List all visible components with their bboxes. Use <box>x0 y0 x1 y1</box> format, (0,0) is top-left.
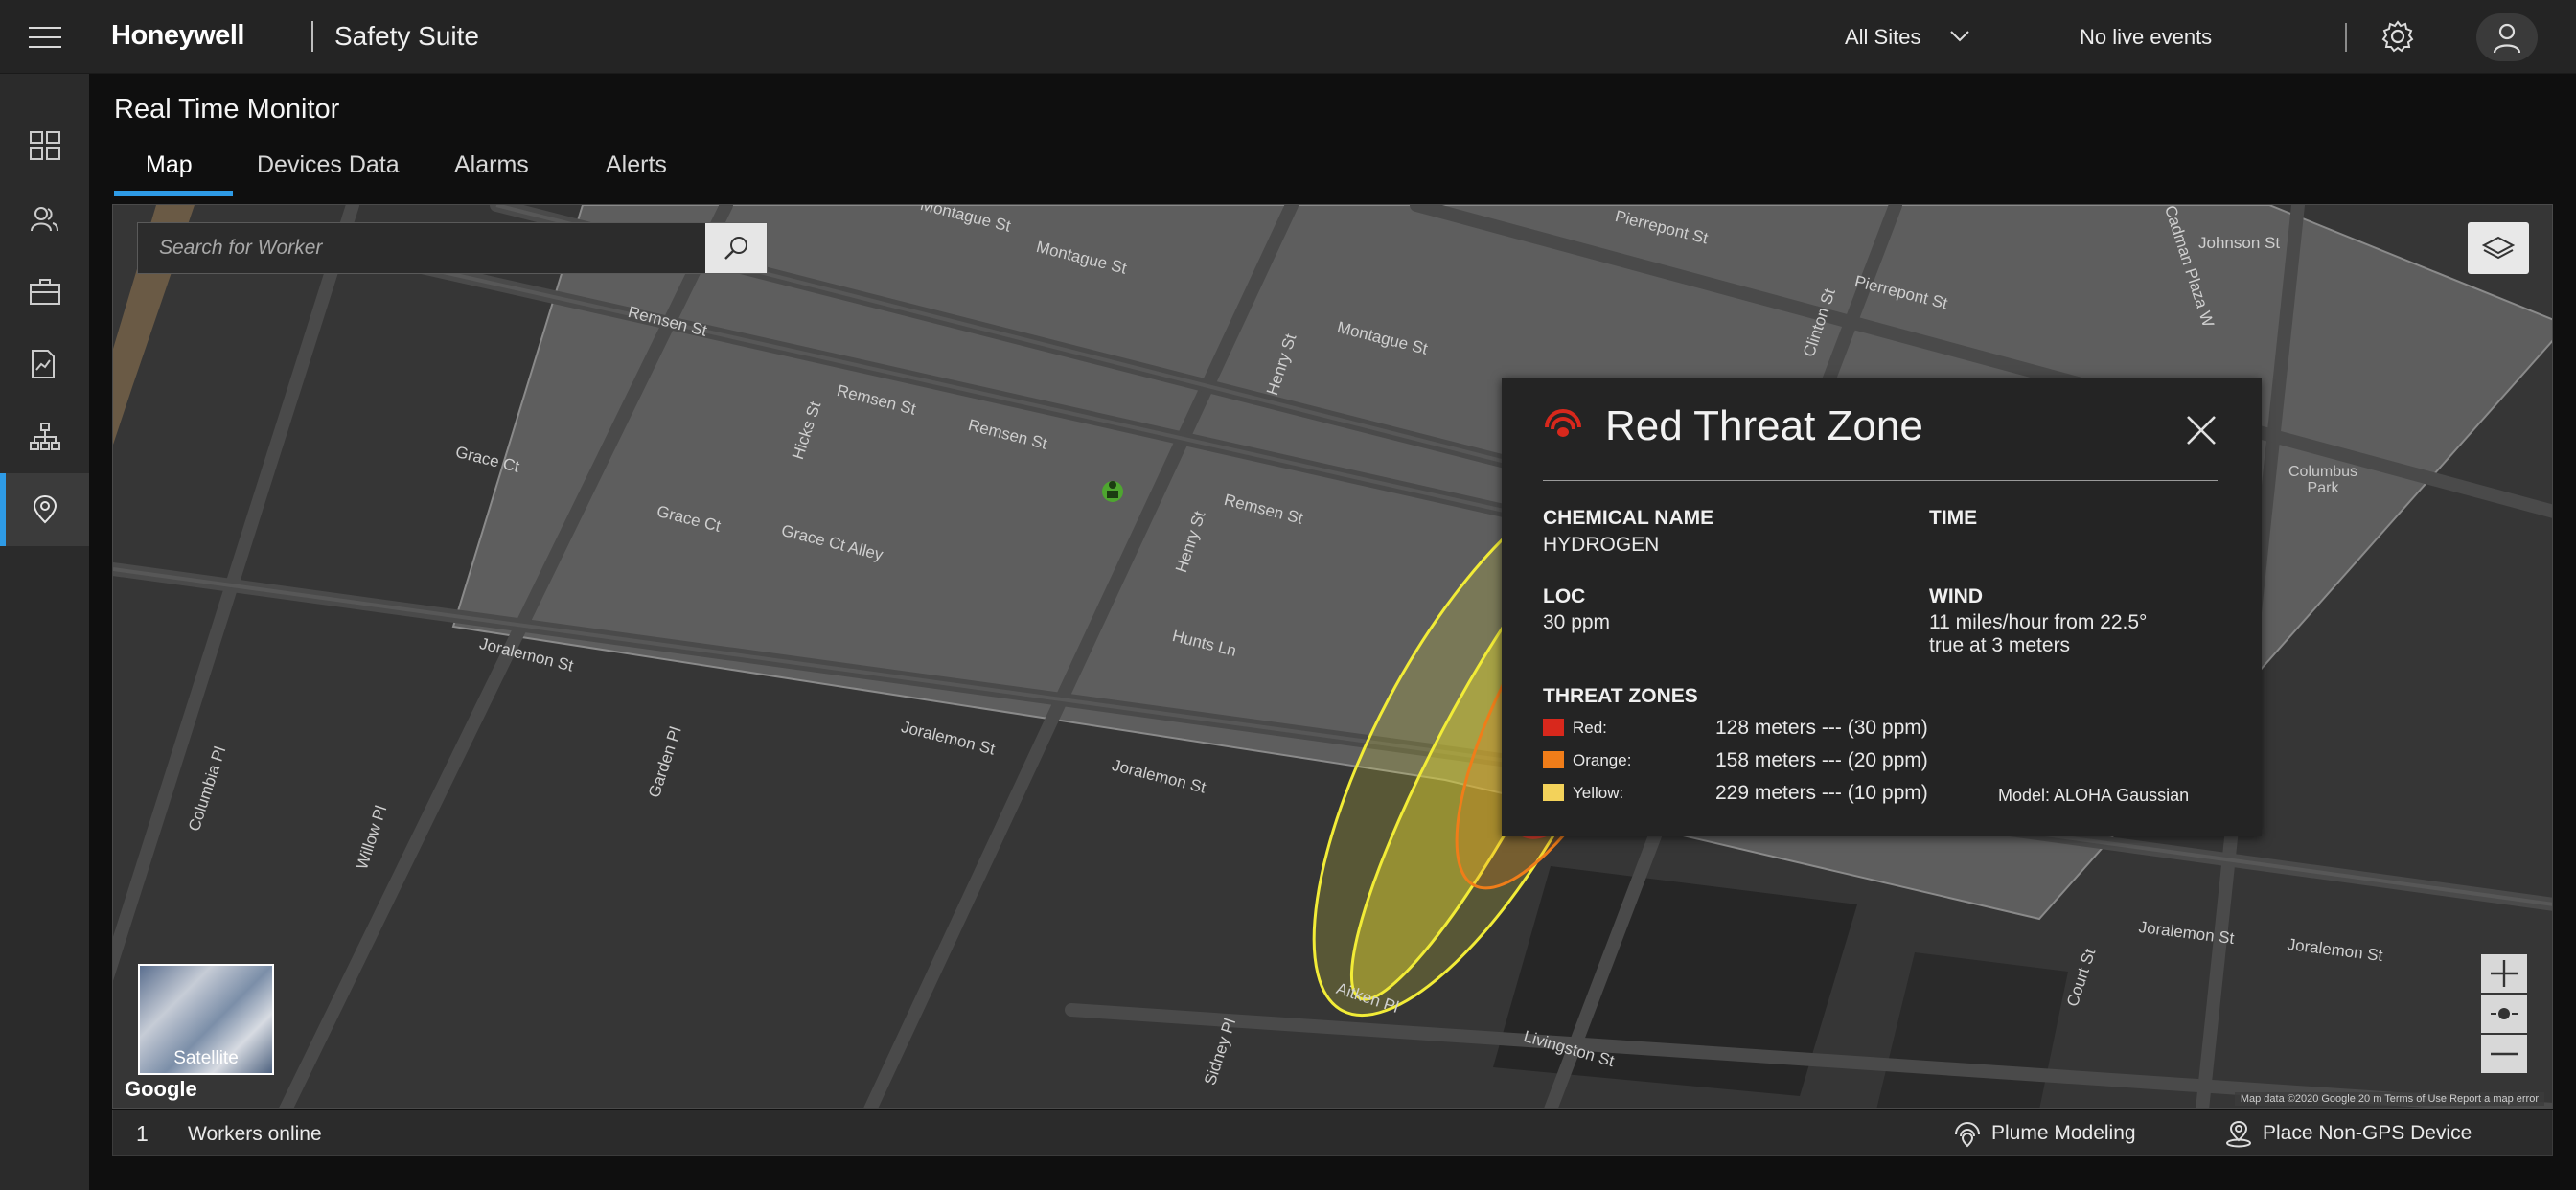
workers-online-label: Workers online <box>188 1123 322 1145</box>
place-device-icon <box>2226 1121 2251 1148</box>
tab-alerts[interactable]: Alerts <box>606 151 667 179</box>
chemical-name-value: HYDROGEN <box>1543 534 1660 556</box>
tab-devices-data[interactable]: Devices Data <box>257 151 400 179</box>
live-events-status: No live events <box>2080 25 2213 49</box>
search-icon <box>724 237 748 260</box>
layers-button[interactable] <box>2468 222 2529 274</box>
chemical-name-label: CHEMICAL NAME <box>1543 507 1714 529</box>
model-label: Model: ALOHA Gaussian <box>1998 786 2190 805</box>
threat-zones-label: THREAT ZONES <box>1543 685 1698 707</box>
brand-divider <box>311 21 313 52</box>
red-swatch <box>1543 719 1564 736</box>
search-input[interactable] <box>138 223 690 273</box>
zone-name: Yellow: <box>1573 784 1624 802</box>
zone-value: 229 meters --- (10 ppm) <box>1715 782 1928 804</box>
minus-icon <box>2491 1052 2518 1056</box>
wind-value-line1: 11 miles/hour from 22.5° <box>1929 611 2148 633</box>
nav-reports[interactable] <box>0 328 89 400</box>
satellite-toggle[interactable]: Satellite <box>138 964 274 1075</box>
active-tab-indicator <box>114 191 233 196</box>
zone-name: Red: <box>1573 719 1607 737</box>
nav-toolbox[interactable] <box>0 255 89 328</box>
status-bar: 1 Workers online Plume Modeling Place No… <box>112 1110 2553 1156</box>
topbar-divider <box>2345 23 2347 52</box>
users-icon <box>31 207 58 232</box>
google-logo: Google <box>125 1077 197 1101</box>
left-navigation <box>0 74 89 1190</box>
zone-name: Orange: <box>1573 751 1632 769</box>
plus-icon <box>2491 960 2518 987</box>
nav-dashboard[interactable] <box>0 109 89 182</box>
toolbox-icon <box>30 279 60 305</box>
plume-icon <box>1545 409 1581 437</box>
site-selector[interactable]: All Sites <box>1845 25 1920 50</box>
brand-logo: Honeywell <box>111 20 244 51</box>
workers-online-count: 1 <box>136 1121 149 1146</box>
popup-divider <box>1543 480 2218 481</box>
crosshair-icon <box>2491 1008 2518 1019</box>
report-icon <box>32 350 55 378</box>
threat-zone-popup: Red Threat Zone CHEMICAL NAME HYDROGEN T… <box>1502 378 2262 836</box>
zone-value: 158 meters --- (20 ppm) <box>1715 749 1928 771</box>
zoom-in-button[interactable] <box>2481 954 2527 993</box>
map-attribution[interactable]: Map data ©2020 Google 20 m Terms of Use … <box>2234 1092 2544 1106</box>
wind-label: WIND <box>1929 585 1983 607</box>
dashboard-icon <box>30 131 60 160</box>
worker-marker-icon[interactable] <box>1102 481 1123 502</box>
hamburger-menu-icon[interactable] <box>29 27 61 48</box>
plume-modeling-icon <box>1955 1122 1980 1148</box>
location-pin-icon <box>33 495 58 524</box>
user-icon <box>2493 23 2521 54</box>
product-name: Safety Suite <box>334 21 479 51</box>
user-avatar[interactable] <box>2476 13 2538 61</box>
close-icon[interactable] <box>2185 414 2218 446</box>
place-non-gps-device-label: Place Non-GPS Device <box>2263 1122 2472 1144</box>
loc-label: LOC <box>1543 585 1586 607</box>
tab-map[interactable]: Map <box>146 151 193 179</box>
chevron-down-icon[interactable] <box>1949 25 1970 46</box>
plume-modeling-label: Plume Modeling <box>1991 1122 2136 1144</box>
orange-swatch <box>1543 751 1564 768</box>
satellite-label: Satellite <box>173 1048 239 1068</box>
nav-hierarchy[interactable] <box>0 400 89 473</box>
yellow-swatch <box>1543 784 1564 801</box>
zoom-out-button[interactable] <box>2481 1035 2527 1073</box>
settings-gear-icon[interactable] <box>2380 19 2415 54</box>
page-title: Real Time Monitor <box>114 94 340 125</box>
tab-alarms[interactable]: Alarms <box>454 151 529 179</box>
hierarchy-icon <box>30 423 60 450</box>
popup-title: Red Threat Zone <box>1605 402 1923 449</box>
nav-location[interactable] <box>0 473 89 546</box>
wind-value-line2: true at 3 meters <box>1929 634 2071 656</box>
worker-search <box>137 222 768 274</box>
top-bar: Honeywell Safety Suite All Sites No live… <box>0 0 2576 74</box>
time-label: TIME <box>1929 507 1978 529</box>
loc-value: 30 ppm <box>1543 611 1611 633</box>
layers-icon <box>2482 236 2515 260</box>
zone-value: 128 meters --- (30 ppm) <box>1715 717 1928 739</box>
nav-users[interactable] <box>0 182 89 255</box>
my-location-button[interactable] <box>2481 995 2527 1033</box>
search-button[interactable] <box>705 223 767 273</box>
